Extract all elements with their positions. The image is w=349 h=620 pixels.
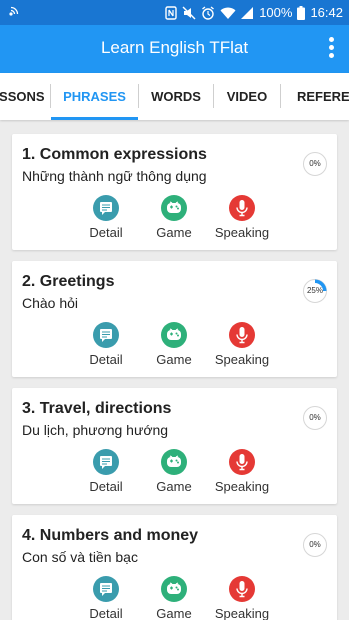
microphone-icon <box>229 449 255 475</box>
speaking-button[interactable]: Speaking <box>207 449 277 494</box>
game-button[interactable]: Game <box>139 195 209 240</box>
speaking-button[interactable]: Speaking <box>207 322 277 367</box>
speaking-label: Speaking <box>214 352 270 367</box>
lesson-title: 4. Numbers and money <box>22 527 199 544</box>
game-label: Game <box>156 479 192 494</box>
wifi-icon <box>220 7 236 19</box>
microphone-icon <box>229 322 255 348</box>
alarm-icon <box>202 5 215 20</box>
progress-label: 0% <box>309 540 321 549</box>
speaking-button[interactable]: Speaking <box>207 576 277 620</box>
progress-label: 0% <box>309 159 321 168</box>
detail-button[interactable]: Detail <box>71 195 141 240</box>
detail-button[interactable]: Detail <box>71 576 141 620</box>
game-button[interactable]: Game <box>139 449 209 494</box>
progress-label: 25% <box>306 286 323 295</box>
lesson-subtitle: Du lịch, phương hướng <box>22 422 169 438</box>
speaking-label: Speaking <box>214 225 270 240</box>
status-bar: 100% 16:42 <box>0 0 349 25</box>
detail-label: Detail <box>89 352 123 367</box>
detail-button[interactable]: Detail <box>71 322 141 367</box>
app-title: Learn English TFlat <box>100 38 249 57</box>
lesson-title: 3. Travel, directions <box>22 400 172 417</box>
tab-bar: LESSONS PHRASES WORDS VIDEO REFERENCE <box>0 73 349 120</box>
clock: 16:42 <box>310 5 343 20</box>
battery-percent: 100% <box>259 5 293 20</box>
game-label: Game <box>156 225 192 240</box>
overflow-menu-icon[interactable] <box>327 37 335 61</box>
progress-indicator: 0% <box>302 532 328 558</box>
detail-button[interactable]: Detail <box>71 449 141 494</box>
detail-icon <box>93 195 119 221</box>
lesson-card[interactable]: 2. Greetings Chào hỏi 25% Detail Game Sp… <box>12 261 337 377</box>
signal-icon <box>241 6 254 19</box>
lesson-subtitle: Chào hỏi <box>22 295 79 311</box>
lesson-title: 2. Greetings <box>22 273 115 290</box>
speaking-button[interactable]: Speaking <box>207 195 277 240</box>
detail-label: Detail <box>89 479 123 494</box>
tab-phrases[interactable]: PHRASES <box>51 73 138 120</box>
game-button[interactable]: Game <box>139 576 209 620</box>
speaking-label: Speaking <box>214 479 270 494</box>
mute-icon <box>182 6 196 19</box>
detail-icon <box>93 449 119 475</box>
speaking-label: Speaking <box>214 606 270 620</box>
gamepad-icon <box>161 322 187 348</box>
active-tab-indicator <box>51 117 138 120</box>
gamepad-icon <box>161 576 187 602</box>
microphone-icon <box>229 195 255 221</box>
progress-indicator: 25% <box>302 278 328 304</box>
lesson-card[interactable]: 3. Travel, directions Du lịch, phương hư… <box>12 388 337 504</box>
detail-icon <box>93 576 119 602</box>
lesson-card[interactable]: 1. Common expressions Những thành ngữ th… <box>12 134 337 250</box>
lesson-subtitle: Con số và tiền bạc <box>22 549 138 565</box>
game-button[interactable]: Game <box>139 322 209 367</box>
gamepad-icon <box>161 195 187 221</box>
tab-words[interactable]: WORDS <box>139 73 213 120</box>
lesson-card[interactable]: 4. Numbers and money Con số và tiền bạc … <box>12 515 337 620</box>
tab-video[interactable]: VIDEO <box>214 73 280 120</box>
detail-icon <box>93 322 119 348</box>
lesson-subtitle: Những thành ngữ thông dụng <box>22 168 207 184</box>
detail-label: Detail <box>89 606 123 620</box>
app-bar: Learn English TFlat <box>0 25 349 73</box>
detail-label: Detail <box>89 225 123 240</box>
lesson-title: 1. Common expressions <box>22 146 207 163</box>
tab-lessons[interactable]: LESSONS <box>0 73 49 120</box>
screen-mirroring-icon <box>9 6 19 16</box>
progress-label: 0% <box>309 413 321 422</box>
gamepad-icon <box>161 449 187 475</box>
microphone-icon <box>229 576 255 602</box>
nfc-icon <box>165 5 177 20</box>
battery-icon <box>297 5 306 20</box>
game-label: Game <box>156 606 192 620</box>
game-label: Game <box>156 352 192 367</box>
progress-indicator: 0% <box>302 405 328 431</box>
progress-indicator: 0% <box>302 151 328 177</box>
tab-reference[interactable]: REFERENCE <box>281 73 349 120</box>
